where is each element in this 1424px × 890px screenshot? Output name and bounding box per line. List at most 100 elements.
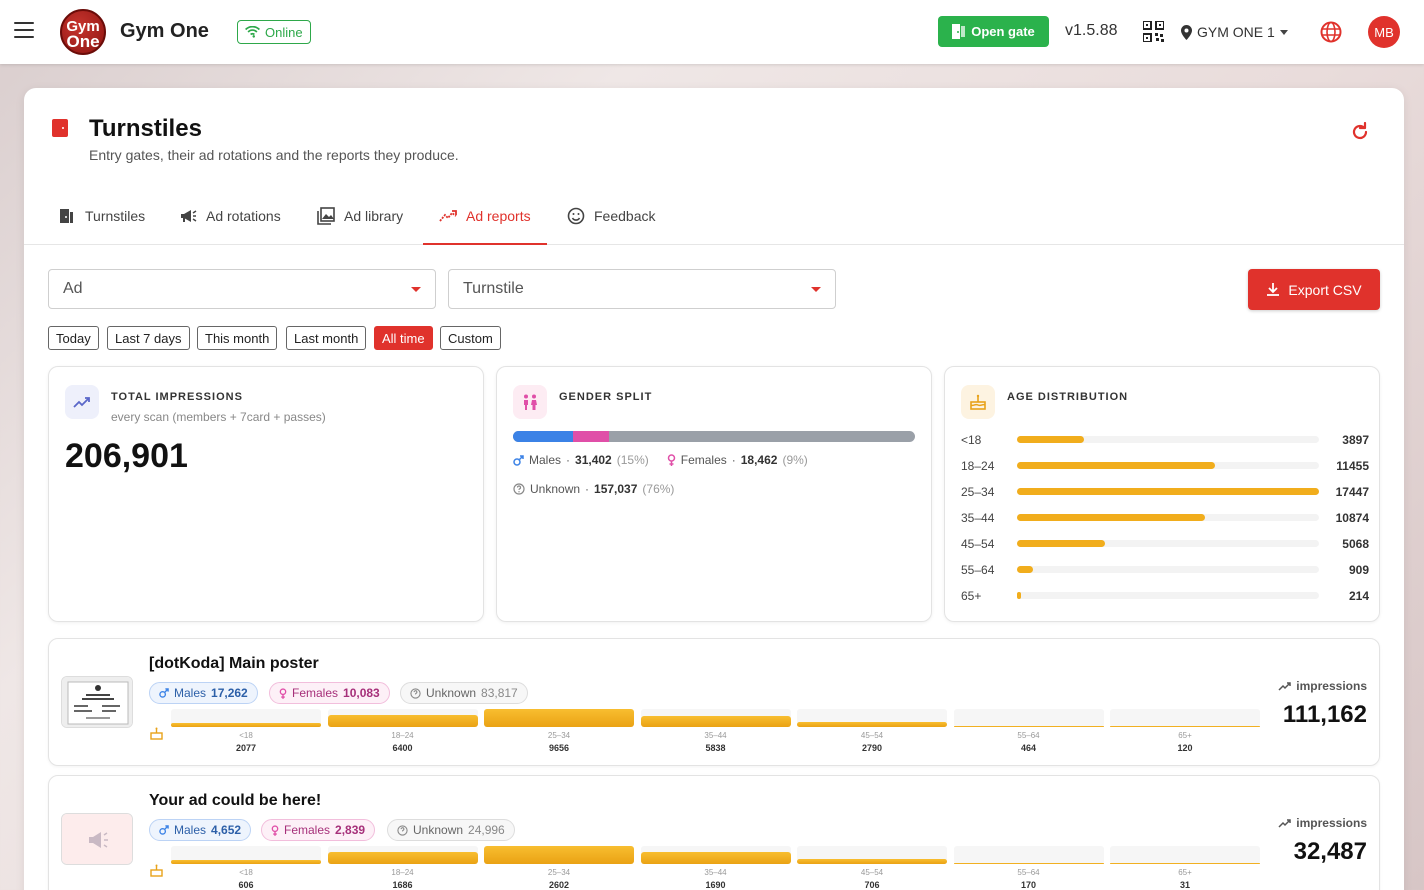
location-label: GYM ONE 1 [1197,24,1275,40]
tab-label: Feedback [594,208,656,224]
age-histogram-track [953,709,1104,727]
age-histogram-value: 606 [238,880,254,890]
tab-ad-reports[interactable]: Ad reports [423,188,547,245]
app-logo[interactable]: Gym One [60,9,106,55]
trending-up-icon [1278,818,1292,828]
females-label: Females [680,453,727,467]
unknown-label: Unknown [530,482,581,496]
age-histogram-label: 65+ [1178,868,1192,877]
males-chip-label: Males [174,823,207,837]
ad-title: [dotKoda] Main poster [149,655,319,672]
ad-report-card[interactable]: [dotKoda] Main poster Males 17,262 Females 1… [48,638,1380,766]
smiley-icon [567,207,585,225]
ad-select[interactable]: Ad [48,269,436,309]
impressions-label-text: impressions [1296,679,1367,693]
range-last-month-button[interactable]: Last month [286,326,367,350]
female-icon [271,824,279,836]
question-circle-icon [397,824,408,836]
export-csv-button[interactable]: Export CSV [1248,269,1380,310]
males-chip-value: 4,652 [211,823,242,837]
trending-up-icon [1278,681,1292,691]
user-avatar[interactable]: MB [1368,16,1400,48]
turnstile-select[interactable]: Turnstile [448,269,836,309]
age-histogram-column: 25–34 2602 [484,846,634,890]
total-impressions-subtitle: every scan (members + 7card + passes) [111,410,326,424]
gender-unknown-row: Unknown · 157,037 (76%) [513,482,674,496]
trending-up-icon [65,385,99,419]
age-bar [1017,592,1021,599]
age-histogram-label: <18 [239,731,253,740]
image-library-icon [317,207,335,225]
refresh-icon[interactable] [1350,122,1370,142]
top-bar: Gym One Gym One Online Open gate v1.5.88… [0,0,1424,64]
menu-icon[interactable] [14,22,34,38]
age-histogram-bar [797,859,947,864]
unknown-chip: Unknown 83,817 [400,682,528,704]
qr-code-icon[interactable] [1143,21,1164,42]
age-histogram-bar [953,726,1104,727]
range-last-7-days-button[interactable]: Last 7 days [107,326,190,350]
globe-icon[interactable] [1320,21,1342,43]
tab-label: Ad reports [466,208,531,224]
males-chip-label: Males [174,686,207,700]
impressions-label: impressions [1278,679,1367,693]
total-impressions-value: 206,901 [65,437,188,475]
version-label: v1.5.88 [1065,22,1118,39]
tab-turnstiles[interactable]: Turnstiles [58,188,145,244]
age-bucket-label: 45–54 [961,537,995,551]
female-icon [279,687,287,699]
wifi-icon [245,26,260,38]
range-custom-button[interactable]: Custom [440,326,501,350]
open-gate-button[interactable]: Open gate [938,16,1049,47]
range-this-month-button[interactable]: This month [197,326,278,350]
cake-icon [150,864,163,877]
location-selector[interactable]: GYM ONE 1 [1181,24,1288,40]
age-histogram-value: 31 [1179,880,1190,890]
females-chip-label: Females [284,823,331,837]
unknown-chip-label: Unknown [413,823,464,837]
age-histogram-value: 5838 [705,743,726,753]
total-impressions-label: TOTAL IMPRESSIONS [111,391,243,403]
app-title: Gym One [120,20,209,42]
female-icon [667,454,675,466]
ad-title: Your ad could be here! [149,792,322,809]
export-csv-label: Export CSV [1288,281,1362,298]
age-bucket-label: 65+ [961,589,982,603]
age-histogram-bar [640,852,791,864]
age-bucket-label: 35–44 [961,511,995,525]
age-histogram-column: 18–24 6400 [327,709,478,755]
age-histogram-column: <18 2077 [171,709,321,755]
age-histogram-bar [484,846,634,864]
tab-feedback[interactable]: Feedback [567,188,655,244]
males-label: Males [529,453,562,467]
tab-ad-rotations[interactable]: Ad rotations [179,188,281,244]
age-bar-track [1017,566,1319,573]
age-bar-track [1017,436,1319,443]
download-icon [1267,283,1280,296]
tab-label: Ad rotations [206,208,281,224]
age-histogram-value: 9656 [548,743,570,753]
age-histogram-label: 55–64 [1017,731,1040,740]
chevron-down-icon [411,287,421,292]
age-bar [1017,488,1319,495]
age-bucket-label: 25–34 [961,485,995,499]
age-histogram-value: 2602 [548,880,570,890]
range-all-time-button[interactable]: All time [374,326,433,350]
age-bucket-value: 214 [1348,589,1369,603]
door-icon [52,119,68,137]
turnstile-select-placeholder: Turnstile [463,280,524,297]
age-histogram-bar [1110,863,1260,864]
ad-thumbnail [61,676,133,728]
age-histogram-bar [484,709,634,727]
ad-report-card[interactable]: Your ad could be here! Males 4,652 Females 2… [48,775,1380,890]
age-histogram-label: 45–54 [860,731,884,740]
cake-icon [150,727,163,740]
age-row: 18–24 11455 [961,457,1369,473]
range-today-button[interactable]: Today [48,326,99,350]
age-bucket-value: 909 [1348,563,1369,577]
gender-legend-row: Males · 31,402 (15%) Females · 18,462 (9%) [513,453,808,467]
tab-ad-library[interactable]: Ad library [317,188,403,244]
age-histogram-bar [171,859,321,864]
age-bucket-value: 3897 [1342,433,1369,447]
females-chip-label: Females [292,686,339,700]
